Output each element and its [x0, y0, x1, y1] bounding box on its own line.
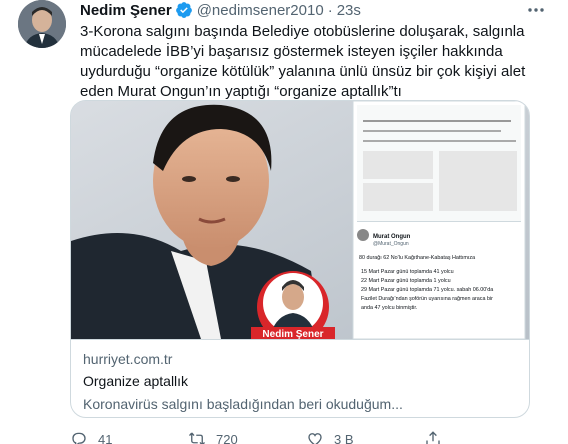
card-title: Organize aptallık	[83, 373, 189, 389]
share-icon	[426, 431, 440, 444]
card-image: Murat Ongun @Murat_Ongun 80 durağı 62 No…	[71, 101, 529, 339]
avatar[interactable]	[18, 0, 66, 48]
retweet-count: 720	[216, 431, 238, 444]
inset-handle: @Murat_Ongun	[373, 241, 409, 247]
inset-row: Fazilet Durağı'ndan şoförün uyarısına ra…	[361, 296, 493, 302]
reply-count: 41	[98, 431, 113, 444]
card-domain: hurriyet.com.tr	[83, 351, 173, 367]
author-handle[interactable]: @nedimsener2010	[197, 2, 324, 19]
retweet-icon	[188, 432, 206, 444]
avatar-image	[18, 0, 66, 48]
reply-icon	[72, 432, 86, 444]
inset-header: Murat Ongun	[373, 234, 411, 240]
like-button[interactable]: 3 B	[306, 430, 354, 444]
reply-button[interactable]: 41	[70, 430, 112, 444]
separator: ·	[327, 1, 333, 19]
inset-row: 22 Mart Pazar günü toplamda 1 yolcu	[361, 278, 451, 284]
card-meta: hurriyet.com.tr Organize aptallık Korona…	[71, 339, 529, 417]
link-card[interactable]: Murat Ongun @Murat_Ongun 80 durağı 62 No…	[70, 100, 530, 418]
inset-line: 80 durağı 62 No'lu Kağıthane-Kabataş Hat…	[359, 255, 475, 261]
timestamp[interactable]: 23s	[337, 2, 361, 19]
tweet-text: 3-Korona salgını başında Belediye otobüs…	[80, 23, 526, 100]
tweet-header: Nedim Şener @nedimsener2010 · 23s	[80, 0, 361, 20]
tweet: Nedim Şener @nedimsener2010 · 23s 3-Koro…	[0, 0, 568, 444]
inset-row: 29 Mart Pazar günü toplamda 71 yolcu. sa…	[361, 287, 493, 293]
verified-badge-icon	[175, 2, 192, 18]
card-description: Koronavirüs salgını başladığından beri o…	[83, 396, 403, 412]
author-name[interactable]: Nedim Şener	[80, 2, 172, 19]
inset-screenshot	[352, 101, 526, 339]
like-icon	[308, 433, 322, 444]
card-image-art: Murat Ongun @Murat_Ongun 80 durağı 62 No…	[71, 101, 529, 339]
like-count: 3 B	[334, 431, 354, 444]
inset-row: anda 47 yolcu binmiştir.	[361, 305, 417, 311]
share-button[interactable]	[424, 430, 452, 444]
inset-row: 15 Mart Pazar günü toplamda 41 yolcu	[361, 269, 454, 275]
name-tag: Nedim Şener	[262, 329, 323, 339]
action-bar: 41 720 3 B	[70, 430, 540, 444]
retweet-button[interactable]: 720	[188, 430, 238, 444]
more-icon[interactable]	[526, 2, 546, 18]
